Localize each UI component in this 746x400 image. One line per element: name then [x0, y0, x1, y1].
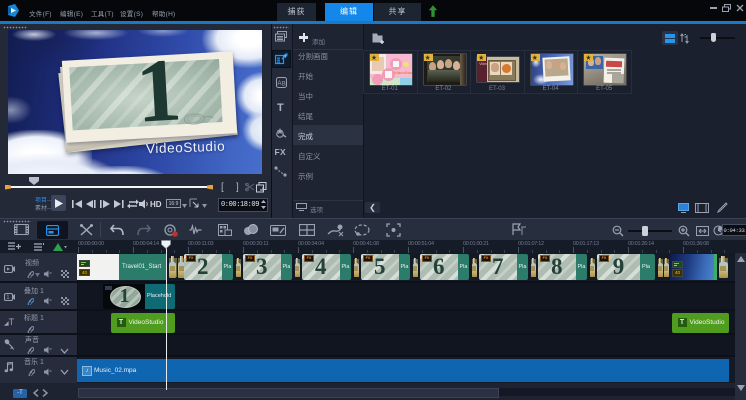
svg-text:B: B [282, 82, 286, 88]
